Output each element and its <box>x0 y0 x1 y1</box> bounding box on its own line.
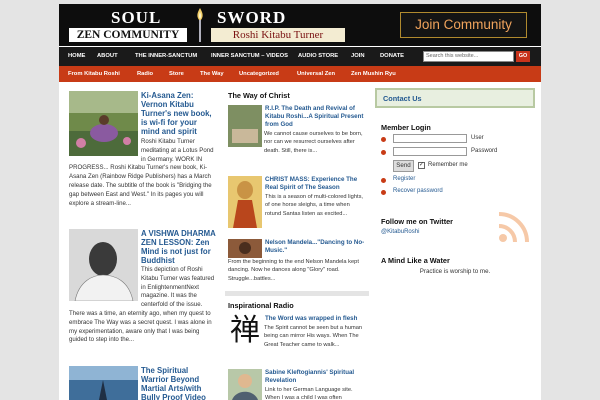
site-header: SOUL SWORD ZEN COMMUNITY Roshi Kitabu Tu… <box>59 4 541 46</box>
twitter-heading: Follow me on Twitter <box>381 217 454 226</box>
post-excerpt: The Spirit cannot be seen but a human be… <box>264 325 363 348</box>
logo-zen-community: ZEN COMMUNITY <box>69 28 187 42</box>
cat-uncategorized[interactable]: Uncategorized <box>239 66 279 82</box>
nav-inner-sanctum[interactable]: THE INNER-SANCTUM <box>135 47 197 66</box>
post-title-ki-asana[interactable]: Ki-Asana Zen: Vernon Kitabu Turner's new… <box>141 91 217 136</box>
cat-from-kitabu-roshi[interactable]: From Kitabu Roshi <box>68 66 120 82</box>
user-label: User <box>471 135 484 141</box>
twitter-box: Follow me on Twitter @KitabuRoshi <box>375 206 535 246</box>
post-excerpt: This depiction of Roshi Kitabu Turner wa… <box>69 266 215 344</box>
middle-column: The Way of Christ R.I.P. The Death and R… <box>225 88 369 400</box>
password-field[interactable] <box>393 147 467 156</box>
bullet-icon <box>381 178 386 183</box>
nav-join[interactable]: JOIN <box>351 47 365 66</box>
cat-the-way[interactable]: The Way <box>200 66 224 82</box>
post-title-mandela[interactable]: Nelson Mandela..."Dancing to No-Music." <box>265 239 367 255</box>
logo-word-soul: SOUL <box>111 8 162 27</box>
cat-store[interactable]: Store <box>169 66 184 82</box>
nav-home[interactable]: HOME <box>68 47 85 66</box>
nav-inner-sanctum-videos[interactable]: INNER SANCTUM – VIDEOS <box>211 47 288 66</box>
member-login-box: Member Login User Password Send ✓ Rememb… <box>375 114 535 198</box>
post-excerpt: From the beginning to the end Nelson Man… <box>228 259 359 282</box>
post-title-sabine[interactable]: Sabine Kleftogiannis' Spiritual Revelati… <box>265 369 367 385</box>
category-nav: From Kitabu Roshi Radio Store The Way Un… <box>59 66 541 82</box>
search-input[interactable]: Search this website... <box>423 51 514 62</box>
cat-universal-zen[interactable]: Universal Zen <box>297 66 335 82</box>
post-thumbnail-warrior[interactable] <box>69 366 138 400</box>
recover-password-link[interactable]: Recover password <box>393 188 443 194</box>
page-container: SOUL SWORD ZEN COMMUNITY Roshi Kitabu Tu… <box>59 4 541 400</box>
remember-me-checkbox[interactable]: ✓ <box>418 162 425 169</box>
sidebar: Contact Us Member Login User Password Se… <box>375 88 535 400</box>
cat-zen-mushin-ryu[interactable]: Zen Mushin Ryu <box>351 66 396 82</box>
contact-box: Contact Us <box>375 88 535 108</box>
rss-icon[interactable] <box>495 208 533 246</box>
site-logo[interactable]: SOUL SWORD ZEN COMMUNITY Roshi Kitabu Tu… <box>65 7 345 45</box>
post-excerpt: Link to her German Language site. When I… <box>265 387 353 400</box>
section-heading-inspirational-radio: Inspirational Radio <box>228 301 294 310</box>
post-excerpt: This is a season of multi-colored lights… <box>265 194 363 217</box>
join-community-button[interactable]: Join Community <box>400 12 527 38</box>
post-thumbnail-christ-mass[interactable] <box>228 176 262 228</box>
bullet-icon <box>381 137 386 142</box>
flame-sword-icon <box>197 8 203 42</box>
post-title-word-flesh[interactable]: The Word was wrapped in flesh <box>265 315 367 323</box>
nav-audio-store[interactable]: AUDIO STORE <box>298 47 338 66</box>
nav-donate[interactable]: DONATE <box>380 47 404 66</box>
contact-us-link[interactable]: Contact Us <box>383 94 422 103</box>
cat-radio[interactable]: Radio <box>137 66 153 82</box>
mind-like-water-heading: A Mind Like a Water <box>381 256 450 265</box>
username-field[interactable] <box>393 134 467 143</box>
featured-posts-column: Ki-Asana Zen: Vernon Kitabu Turner's new… <box>65 88 219 400</box>
bullet-icon <box>381 190 386 195</box>
mind-like-water-box: A Mind Like a Water Practice is worship … <box>375 252 535 400</box>
post-title-spiritual-warrior[interactable]: The Spiritual Warrior Beyond Martial Art… <box>141 366 217 400</box>
logo-roshi-name: Roshi Kitabu Turner <box>211 28 345 42</box>
twitter-handle-link[interactable]: @KitabuRoshi <box>381 229 419 235</box>
post-excerpt: We cannot cause ourselves to be born, no… <box>264 131 363 154</box>
bullet-icon <box>381 150 386 155</box>
section-heading-way-of-christ: The Way of Christ <box>228 91 290 100</box>
nav-about[interactable]: ABOUT <box>97 47 118 66</box>
section-divider <box>225 291 369 296</box>
remember-me-label: Remember me <box>428 162 468 168</box>
member-login-heading: Member Login <box>381 123 431 132</box>
post-title-rip-revival[interactable]: R.I.P. The Death and Revival of Kitabu R… <box>265 105 367 129</box>
post-title-christ-mass[interactable]: CHRIST MASS: Experience The Real Spirit … <box>265 176 367 192</box>
main-nav: HOME ABOUT THE INNER-SANCTUM INNER SANCT… <box>59 47 541 66</box>
register-link[interactable]: Register <box>393 176 415 182</box>
post-thumbnail-mandela[interactable] <box>228 239 262 258</box>
password-label: Password <box>471 148 498 154</box>
search-go-button[interactable]: GO <box>516 51 530 62</box>
send-button[interactable]: Send <box>393 160 414 172</box>
post-excerpt: Roshi Kitabu Turner meditating at a Lotu… <box>69 138 214 207</box>
mind-like-water-text: Practice is worship to me. <box>419 268 491 275</box>
post-title-vishwa-dharma[interactable]: A VISHWA DHARMA ZEN LESSON: Zen Mind is … <box>141 229 217 265</box>
logo-word-sword: SWORD <box>217 8 287 27</box>
post-thumbnail-sabine[interactable] <box>228 369 262 400</box>
